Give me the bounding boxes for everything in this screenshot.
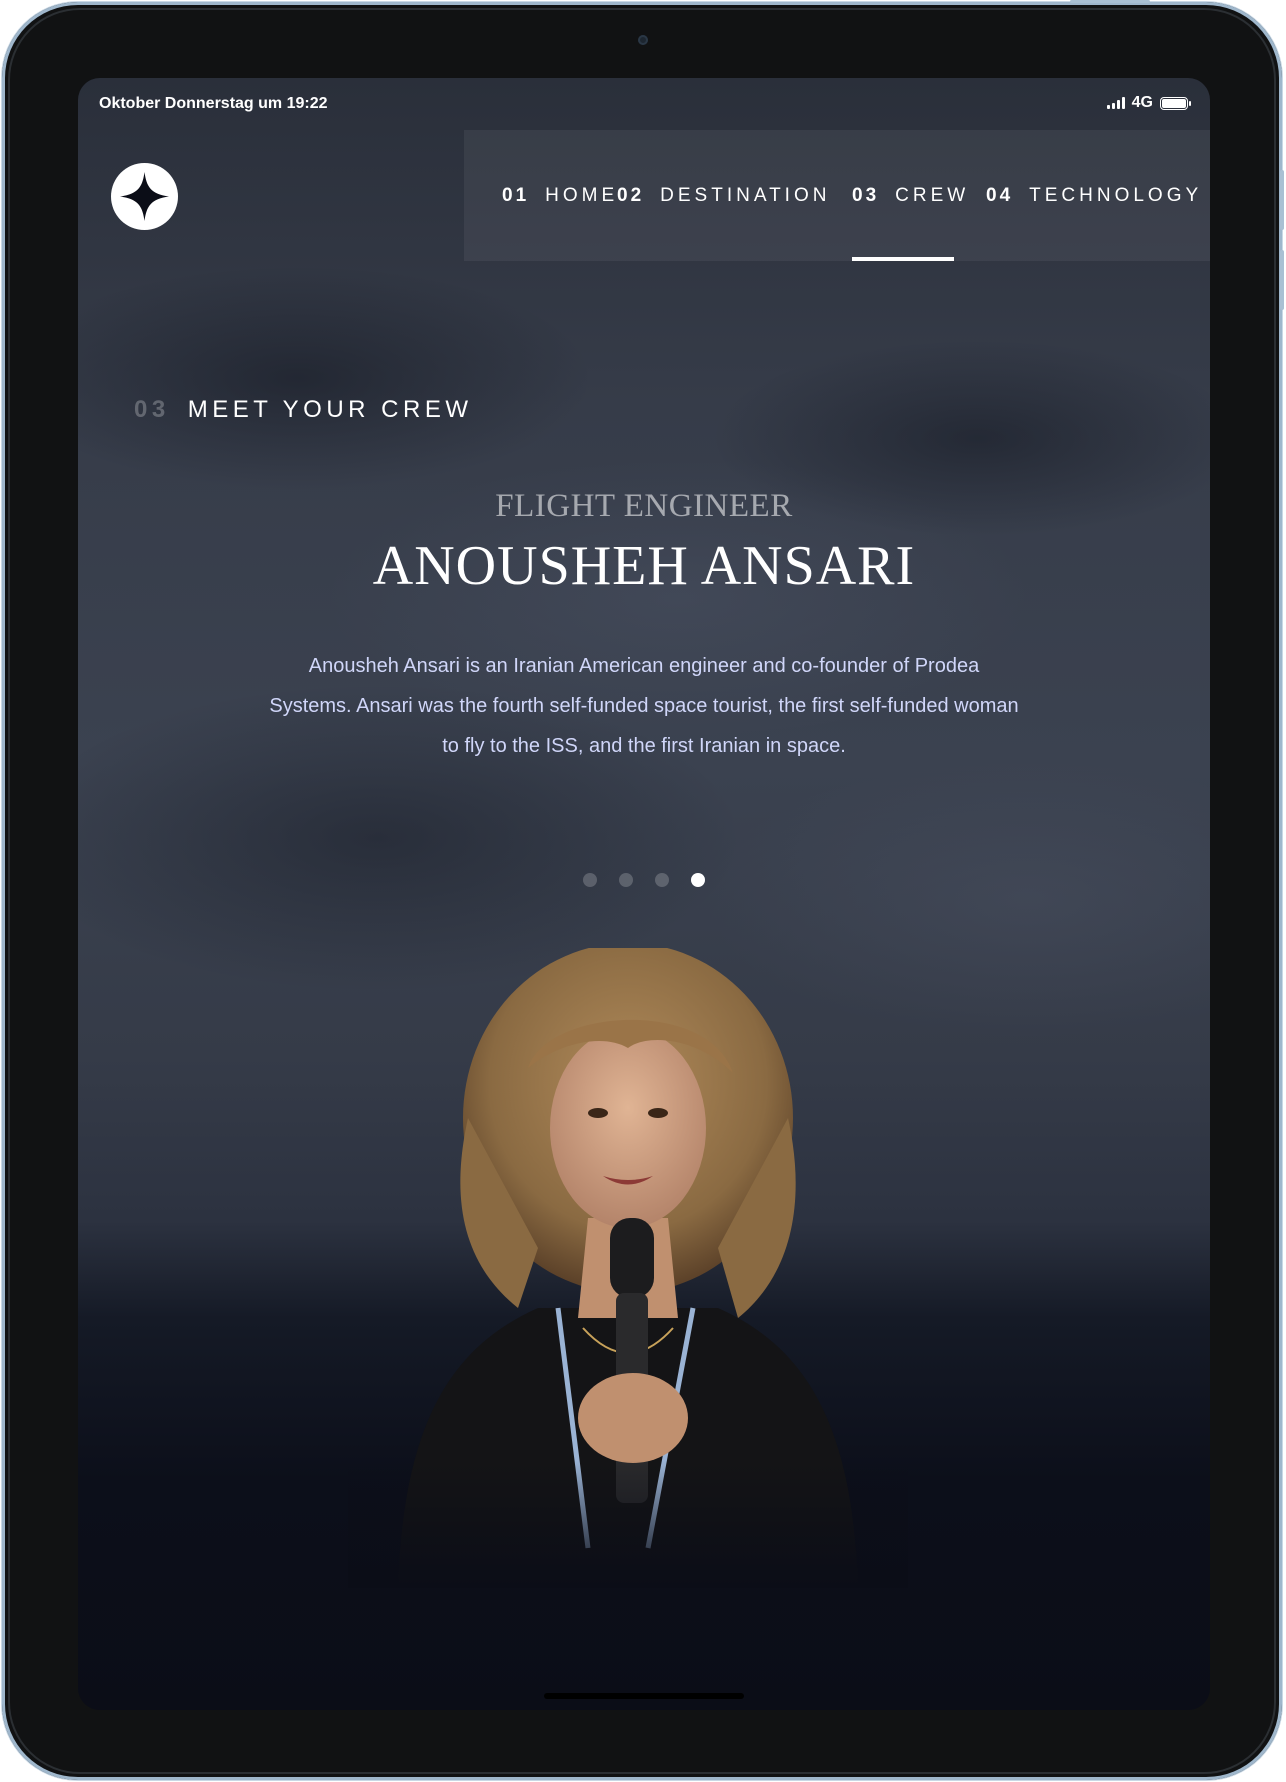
nav-item-crew[interactable]: 03 CREW <box>852 130 969 261</box>
nav-label: HOME <box>545 184 619 206</box>
volume-button <box>1280 250 1284 310</box>
four-point-star-logo-icon[interactable] <box>111 163 178 230</box>
nav-number: 03 <box>852 184 880 206</box>
pagination-dot[interactable] <box>619 873 633 887</box>
cellular-signal-icon <box>1106 97 1125 109</box>
nav-number: 02 <box>617 184 645 206</box>
carousel-pagination <box>78 873 1210 887</box>
pagination-dot[interactable] <box>655 873 669 887</box>
pagination-dot-active[interactable] <box>691 873 705 887</box>
home-indicator[interactable] <box>544 1693 744 1699</box>
network-type: 4G <box>1131 94 1153 111</box>
status-indicators: 4G <box>1106 94 1191 112</box>
crew-portrait-image <box>348 948 908 1588</box>
page-subheading: 03 MEET YOUR CREW <box>134 396 473 424</box>
screen: Oktober Donnerstag um 19:22 4G 01 HOME 0… <box>78 78 1210 1710</box>
nav-label: DESTINATION <box>660 184 831 206</box>
section-number: 03 <box>134 396 170 423</box>
tablet-frame: Oktober Donnerstag um 19:22 4G 01 HOME 0… <box>2 2 1282 1780</box>
primary-navigation: 01 HOME 02 DESTINATION 03 CREW 04 TECHNO… <box>464 130 1210 261</box>
nav-item-destination[interactable]: 02 DESTINATION <box>617 130 830 261</box>
nav-number: 04 <box>986 184 1014 206</box>
crew-role: FLIGHT ENGINEER <box>495 488 793 524</box>
pagination-dot[interactable] <box>583 873 597 887</box>
top-button <box>1070 0 1150 3</box>
volume-button <box>1280 170 1284 230</box>
nav-item-home[interactable]: 01 HOME <box>502 130 618 261</box>
front-camera <box>638 35 648 45</box>
status-bar: Oktober Donnerstag um 19:22 4G <box>78 78 1210 130</box>
active-nav-indicator <box>852 257 954 261</box>
crew-bio: Anousheh Ansari is an Iranian American e… <box>269 655 1019 757</box>
nav-label: CREW <box>895 184 970 206</box>
nav-number: 01 <box>502 184 530 206</box>
battery-icon <box>1160 96 1191 110</box>
section-title: MEET YOUR CREW <box>187 396 473 423</box>
nav-label: TECHNOLOGY <box>1029 184 1203 206</box>
status-datetime: Oktober Donnerstag um 19:22 <box>99 95 328 112</box>
nav-item-technology[interactable]: 04 TECHNOLOGY <box>986 130 1202 261</box>
crew-name: ANOUSHEH ANSARI <box>372 535 916 597</box>
